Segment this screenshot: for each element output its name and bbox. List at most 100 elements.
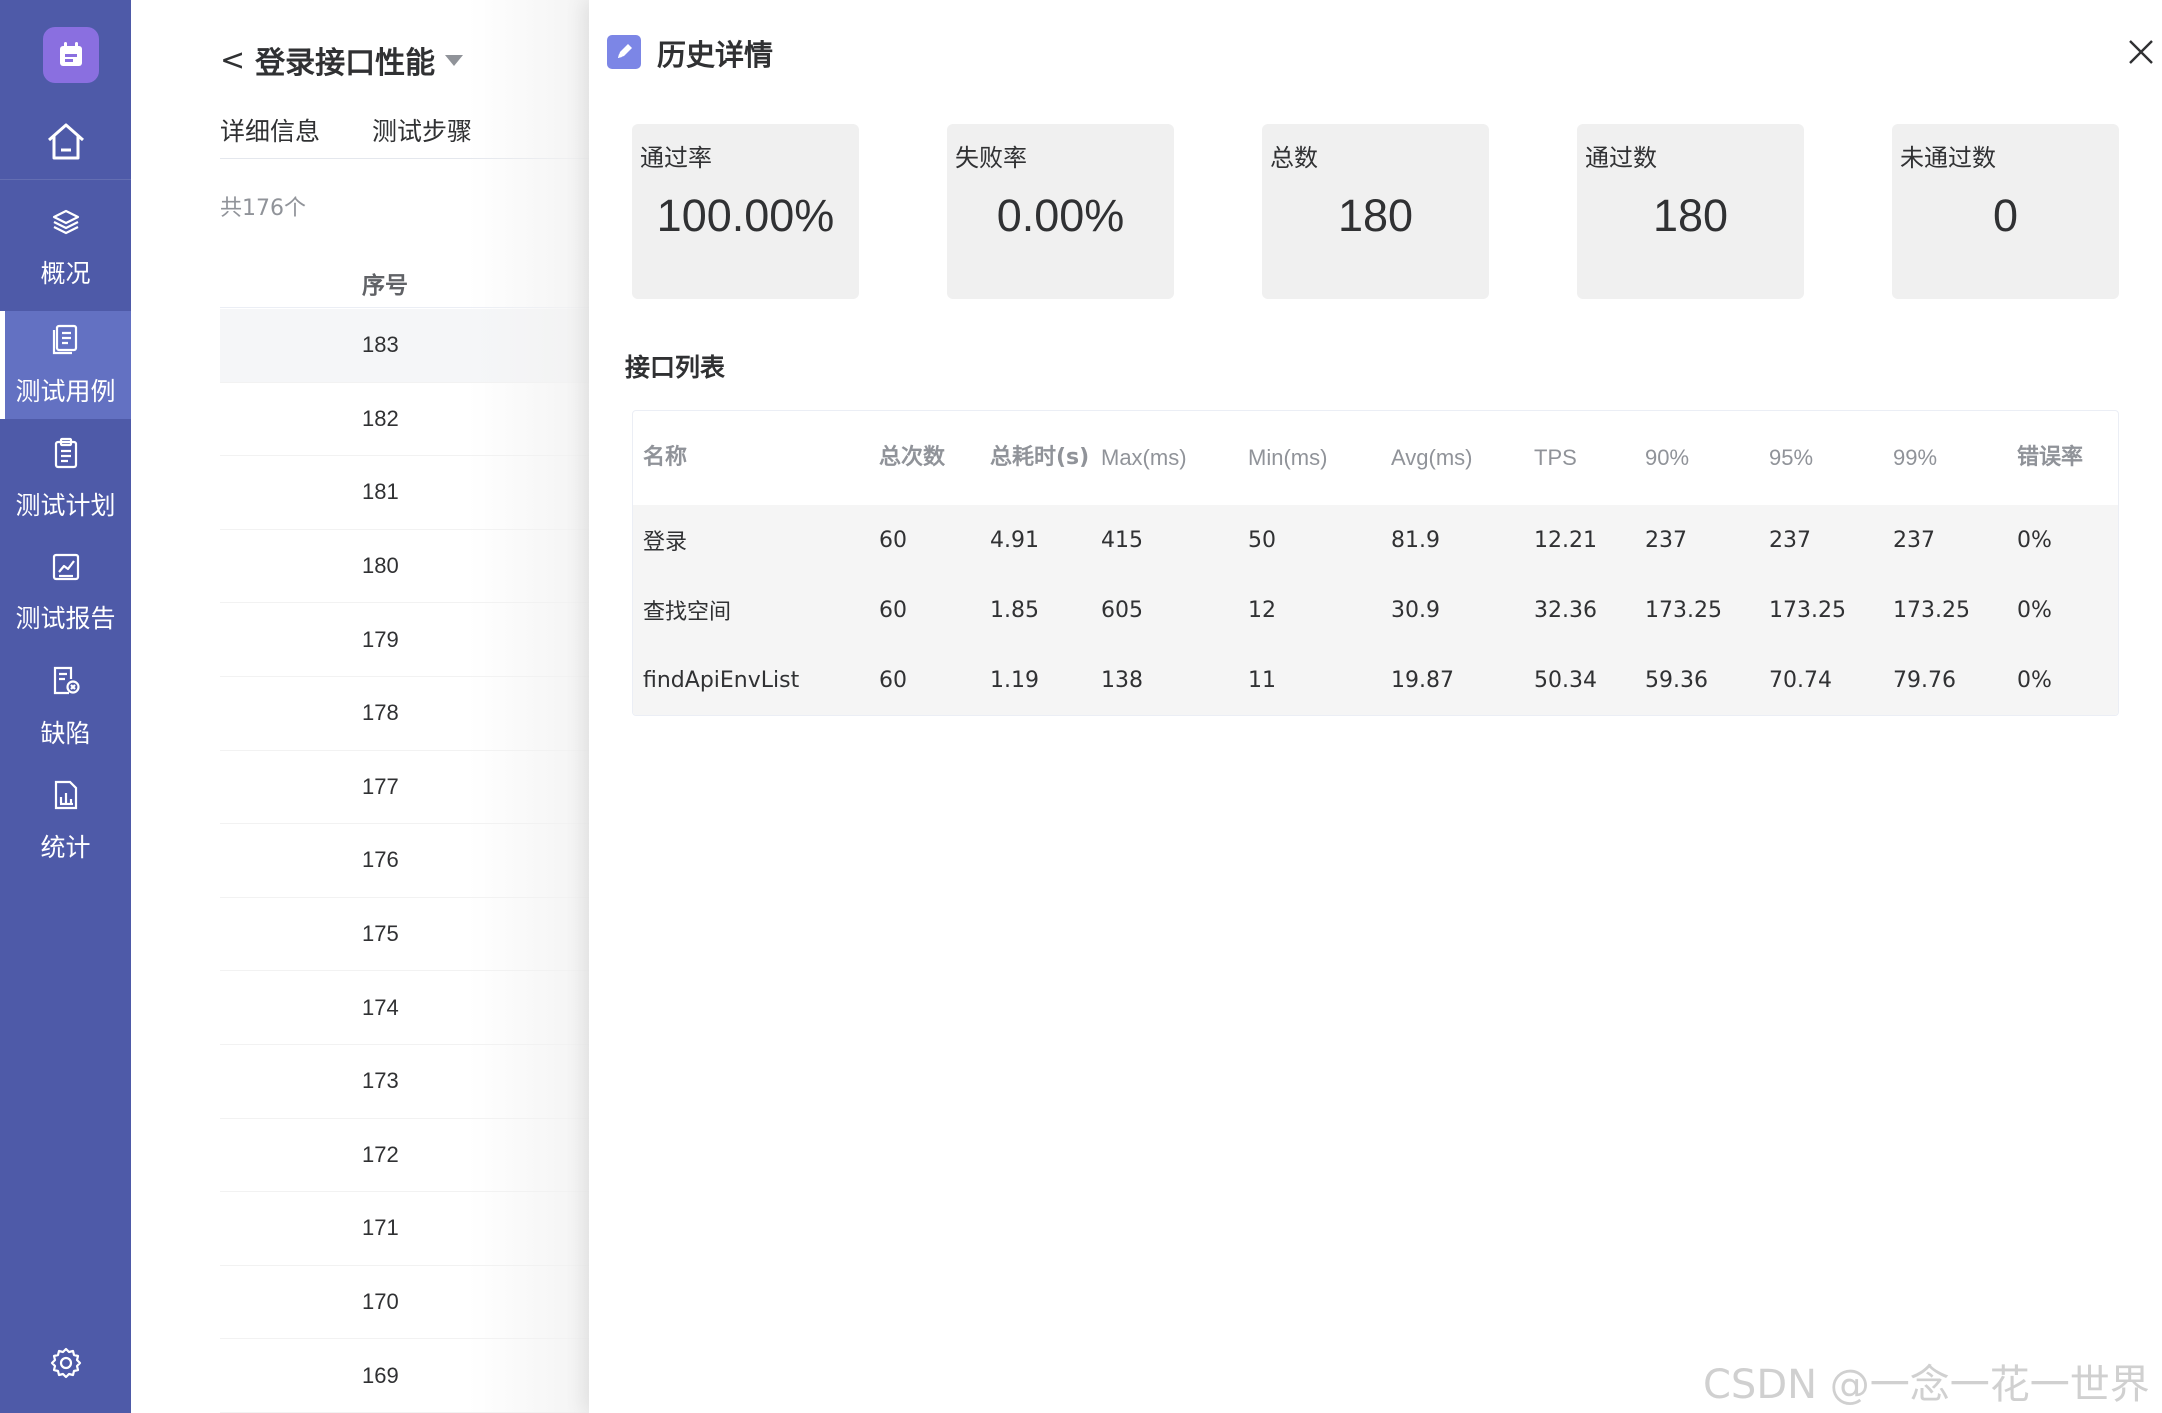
cell-error-rate: 0% — [2017, 597, 2052, 623]
sidebar-item-label: 缺陷 — [40, 718, 91, 748]
cell-tps: 32.36 — [1534, 597, 1597, 623]
row-index: 182 — [362, 405, 399, 431]
table-row[interactable]: 查找空间 60 1.85 605 12 30.9 32.36 173.25 17… — [633, 575, 2118, 645]
home-icon — [44, 120, 88, 169]
cell-p90: 237 — [1645, 527, 1687, 553]
section-title: 接口列表 — [625, 353, 726, 382]
home-button[interactable] — [0, 110, 131, 180]
history-table-header: 序号 — [220, 258, 589, 308]
gear-icon[interactable] — [49, 1346, 83, 1385]
sidebar-item-defects[interactable]: 缺陷 — [0, 653, 131, 761]
table-row[interactable]: 171 — [220, 1192, 589, 1266]
stat-label: 通过率 — [640, 144, 712, 172]
row-index: 179 — [362, 626, 399, 652]
cell-min: 11 — [1248, 667, 1276, 693]
row-index: 176 — [362, 847, 399, 873]
sidebar-item-test-cases[interactable]: 测试用例 — [0, 311, 131, 419]
table-row[interactable]: 172 — [220, 1119, 589, 1193]
column-header-name: 名称 — [643, 445, 688, 470]
stat-card-total: 总数 180 — [1262, 124, 1489, 299]
table-row[interactable]: 173 — [220, 1045, 589, 1119]
table-row[interactable]: 177 — [220, 751, 589, 825]
table-row[interactable]: 登录 60 4.91 415 50 81.9 12.21 237 237 237… — [633, 505, 2118, 575]
tabs-divider — [220, 158, 589, 159]
table-row[interactable]: 181 — [220, 456, 589, 530]
column-header-p95: 95% — [1769, 445, 1814, 470]
sidebar-item-label: 统计 — [40, 832, 91, 862]
cell-p90: 173.25 — [1645, 597, 1722, 623]
tab-test-steps[interactable]: 测试步骤 — [372, 112, 472, 148]
column-header-error-rate: 错误率 — [2017, 445, 2084, 470]
calendar-icon[interactable] — [43, 27, 99, 83]
statistics-icon — [51, 779, 81, 818]
sidebar-item-test-plan[interactable]: 测试计划 — [0, 425, 131, 533]
watermark: CSDN @一念一花一世界 — [1703, 1362, 2150, 1408]
row-index: 171 — [362, 1215, 399, 1241]
cell-max: 415 — [1101, 527, 1143, 553]
cell-p90: 59.36 — [1645, 667, 1708, 693]
row-index: 175 — [362, 921, 399, 947]
stat-value: 0.00% — [996, 190, 1125, 241]
column-header-count: 总次数 — [879, 445, 946, 470]
sidebar-item-test-report[interactable]: 测试报告 — [0, 539, 131, 647]
table-row[interactable]: 169 — [220, 1339, 589, 1413]
column-header-max: Max(ms) — [1101, 445, 1187, 470]
column-header-p99: 99% — [1893, 445, 1938, 470]
cell-duration: 1.19 — [990, 667, 1039, 693]
cell-avg: 30.9 — [1391, 597, 1440, 623]
sidebar-item-label: 测试报告 — [15, 603, 116, 633]
table-row[interactable]: 176 — [220, 824, 589, 898]
stat-label: 未通过数 — [1900, 144, 1996, 172]
close-icon[interactable] — [2126, 37, 2156, 67]
drawer-title: 历史详情 — [657, 38, 774, 72]
cell-duration: 1.85 — [990, 597, 1039, 623]
table-row[interactable]: 179 — [220, 603, 589, 677]
caret-down-icon[interactable] — [445, 54, 464, 66]
table-row[interactable]: findApiEnvList 60 1.19 138 11 19.87 50.3… — [633, 645, 2118, 715]
table-row[interactable]: 175 — [220, 898, 589, 972]
table-header-row: 名称 总次数 总耗时(s) Max(ms) Min(ms) Avg(ms) TP… — [633, 411, 2118, 505]
page-title: < 登录接口性能 — [220, 38, 464, 82]
table-row[interactable]: 183 — [220, 309, 589, 383]
row-index: 181 — [362, 479, 399, 505]
table-row[interactable]: 180 — [220, 530, 589, 604]
cell-min: 50 — [1248, 527, 1276, 553]
stat-card-failed: 未通过数 0 — [1892, 124, 2119, 299]
stat-label: 通过数 — [1585, 144, 1657, 172]
cell-tps: 12.21 — [1534, 527, 1597, 553]
cell-name: 登录 — [643, 530, 688, 555]
cell-count: 60 — [879, 597, 907, 623]
cell-name: findApiEnvList — [643, 667, 800, 693]
cell-p99: 79.76 — [1893, 667, 1956, 693]
column-header-p90: 90% — [1645, 445, 1690, 470]
sidebar-item-label: 测试计划 — [15, 490, 116, 520]
history-detail-drawer: 历史详情 通过率 100.00% 失败率 0.00% 总数 180 通过数 18… — [589, 0, 2162, 1413]
table-row[interactable]: 178 — [220, 677, 589, 751]
back-chevron-icon[interactable]: < — [220, 43, 245, 78]
table-row[interactable]: 174 — [220, 971, 589, 1045]
row-index: 170 — [362, 1289, 399, 1315]
cell-p95: 70.74 — [1769, 667, 1832, 693]
cell-p99: 173.25 — [1893, 597, 1970, 623]
row-index: 177 — [362, 773, 399, 799]
sidebar-item-label: 概况 — [40, 258, 91, 288]
stat-value: 180 — [1337, 190, 1414, 241]
stat-card-fail-rate: 失败率 0.00% — [947, 124, 1174, 299]
edit-pencil-icon — [607, 35, 641, 69]
cell-min: 12 — [1248, 597, 1276, 623]
table-row[interactable]: 170 — [220, 1266, 589, 1340]
stat-value: 0 — [1992, 190, 2019, 241]
row-index: 173 — [362, 1068, 399, 1094]
document-icon — [51, 323, 81, 362]
row-index: 169 — [362, 1362, 399, 1388]
tab-details[interactable]: 详细信息 — [220, 112, 320, 148]
layers-icon — [51, 207, 81, 244]
sidebar-item-statistics[interactable]: 统计 — [0, 767, 131, 875]
cell-p95: 173.25 — [1769, 597, 1846, 623]
row-index: 180 — [362, 553, 399, 579]
cell-name: 查找空间 — [643, 600, 732, 625]
cell-avg: 19.87 — [1391, 667, 1454, 693]
sidebar-item-overview[interactable]: 概况 — [0, 194, 131, 302]
stat-card-passed: 通过数 180 — [1577, 124, 1804, 299]
table-row[interactable]: 182 — [220, 383, 589, 457]
